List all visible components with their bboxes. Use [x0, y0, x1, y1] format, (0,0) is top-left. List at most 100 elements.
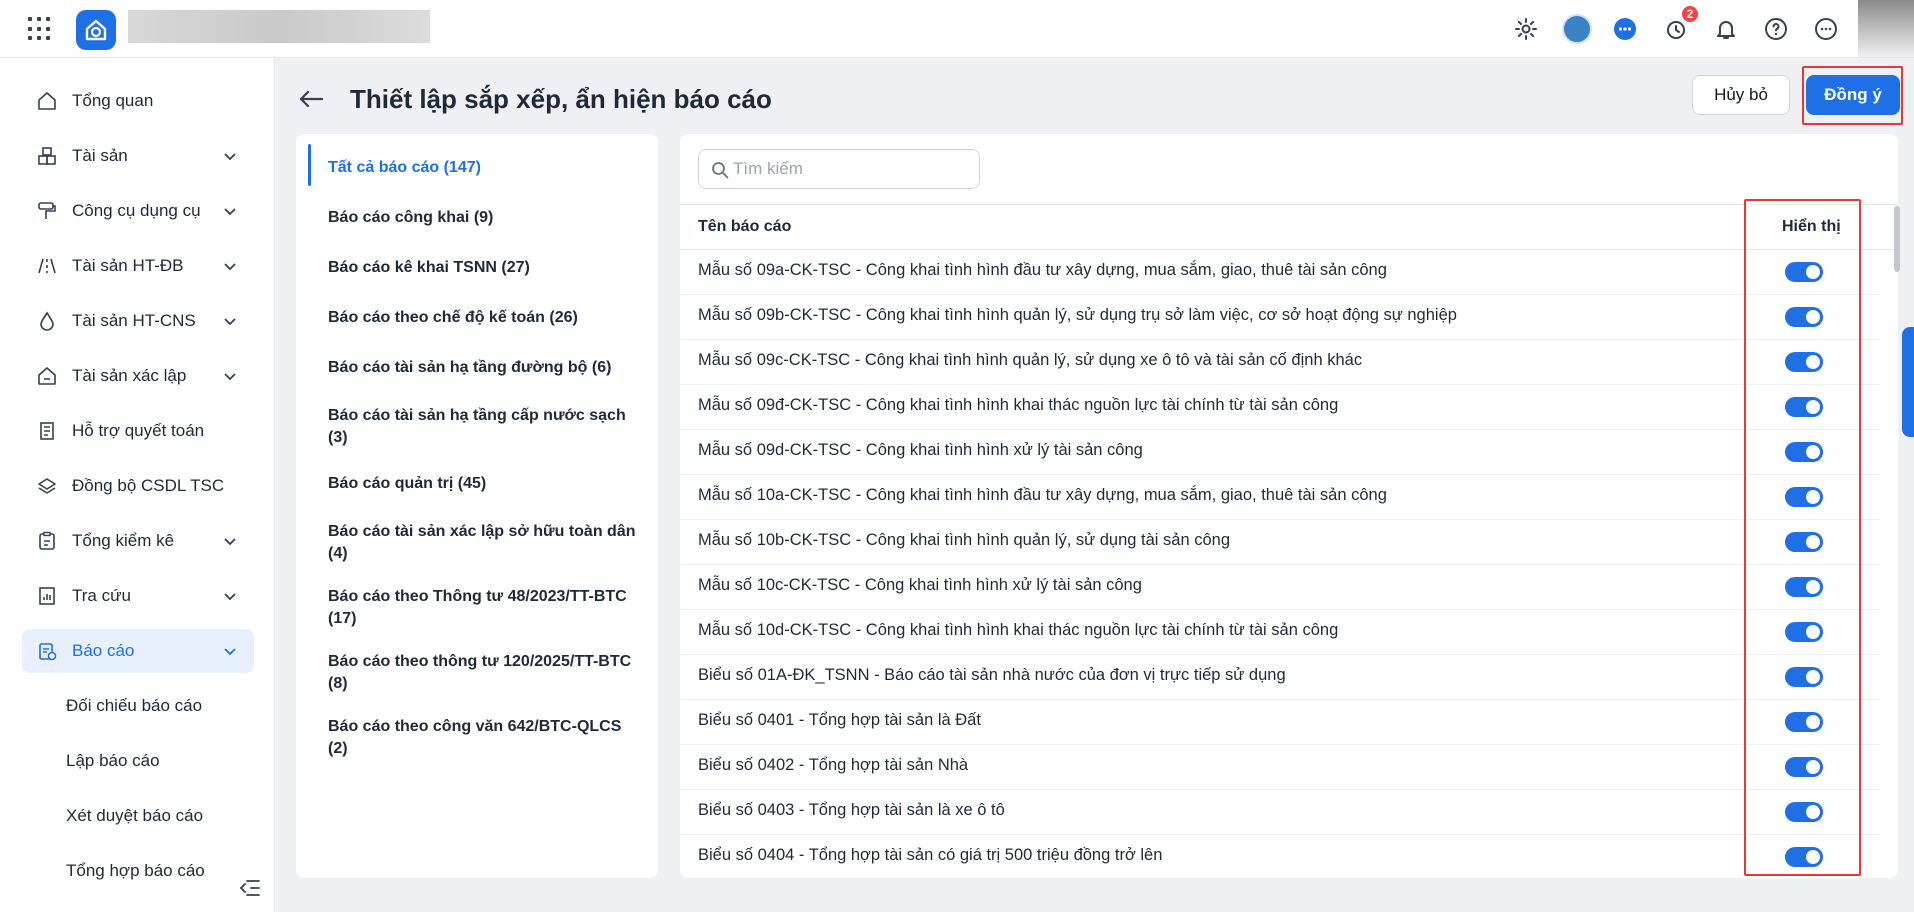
chevron-down-icon: [224, 373, 236, 381]
report-icon: [36, 640, 58, 662]
sidebar-item-water-assets[interactable]: Tài sản HT-CNS: [22, 299, 254, 343]
home-outline-icon: [36, 365, 58, 387]
search-box[interactable]: [698, 149, 980, 189]
table-row: Mẫu số 09b-CK-TSC - Công khai tình hình …: [680, 295, 1880, 340]
more-icon[interactable]: [1812, 15, 1840, 43]
report-name: Biểu số 0404 - Tổng hợp tài sản có giá t…: [698, 846, 1163, 864]
sidebar-item-label: Tài sản: [72, 146, 128, 165]
help-icon[interactable]: [1762, 15, 1790, 43]
visibility-toggle[interactable]: [1785, 712, 1823, 732]
chevron-down-icon: [224, 593, 236, 601]
sidebar-subitem-summary-report[interactable]: Tổng hợp báo cáo: [66, 861, 205, 881]
visibility-toggle[interactable]: [1785, 487, 1823, 507]
sidebar-item-label: Tài sản xác lập: [72, 366, 187, 385]
visibility-toggle[interactable]: [1785, 262, 1823, 282]
chevron-down-icon: [224, 538, 236, 546]
sidebar-item-label: Báo cáo: [72, 641, 135, 660]
user-profile-photo[interactable]: [1858, 0, 1914, 57]
report-table-panel: Tên báo cáo Hiển thị Mẫu số 09a-CK-TSC -…: [680, 134, 1898, 878]
report-name: Mẫu số 09a-CK-TSC - Công khai tình hình …: [698, 261, 1387, 279]
visibility-toggle[interactable]: [1785, 667, 1823, 687]
visibility-toggle[interactable]: [1785, 397, 1823, 417]
category-circular-120[interactable]: Báo cáo theo thông tư 120/2025/TT-BTC (8…: [328, 651, 644, 695]
report-name: Mẫu số 09b-CK-TSC - Công khai tình hình …: [698, 306, 1457, 324]
table-row: Mẫu số 10b-CK-TSC - Công khai tình hình …: [680, 520, 1880, 565]
confirm-button[interactable]: Đồng ý: [1806, 75, 1900, 115]
chevron-down-icon: [224, 208, 236, 216]
cubes-icon: [36, 145, 58, 167]
chat-icon[interactable]: [1611, 15, 1639, 43]
table-scrollbar[interactable]: [1894, 206, 1900, 272]
collapse-sidebar-icon[interactable]: [236, 874, 264, 902]
user-avatar[interactable]: [1562, 14, 1592, 44]
cancel-button[interactable]: Hủy bỏ: [1692, 75, 1790, 115]
category-water-infrastructure[interactable]: Báo cáo tài sản hạ tầng cấp nước sạch (3…: [328, 405, 644, 449]
visibility-toggle[interactable]: [1785, 802, 1823, 822]
clipboard-icon: [36, 530, 58, 552]
chevron-down-icon: [224, 263, 236, 271]
back-arrow-icon[interactable]: [296, 84, 326, 114]
column-header-visible: Hiển thị: [1782, 218, 1841, 235]
sidebar-item-lookup[interactable]: Tra cứu: [22, 574, 254, 618]
visibility-toggle[interactable]: [1785, 442, 1823, 462]
sidebar-item-label: Hỗ trợ quyết toán: [72, 421, 205, 440]
sidebar: Tổng quan Tài sản Công cụ dụng cụ Tài sả…: [0, 58, 275, 912]
sidebar-item-sync-database[interactable]: Đồng bộ CSDL TSC: [22, 464, 254, 508]
sidebar-item-road-assets[interactable]: Tài sản HT-ĐB: [22, 244, 254, 288]
table-row: Biểu số 0404 - Tổng hợp tài sản có giá t…: [680, 835, 1880, 878]
category-management[interactable]: Báo cáo quản trị (45): [328, 473, 644, 495]
chevron-down-icon: [224, 648, 236, 656]
side-panel-tab[interactable]: [1902, 327, 1914, 437]
report-name: Mẫu số 09d-CK-TSC - Công khai tình hình …: [698, 441, 1143, 459]
visibility-toggle[interactable]: [1785, 532, 1823, 552]
sidebar-subitem-create-report[interactable]: Lập báo cáo: [66, 751, 160, 771]
search-input[interactable]: [733, 159, 963, 179]
table-row: Biểu số 0403 - Tổng hợp tài sản là xe ô …: [680, 790, 1880, 835]
table-row: Mẫu số 09d-CK-TSC - Công khai tình hình …: [680, 430, 1880, 475]
search-icon: [712, 162, 729, 179]
sidebar-item-reports[interactable]: Báo cáo: [22, 629, 254, 673]
category-dispatch-642[interactable]: Báo cáo theo công văn 642/BTC-QLCS (2): [328, 716, 644, 760]
table-header: Tên báo cáo Hiển thị: [680, 204, 1898, 250]
sidebar-item-label: Tài sản HT-ĐB: [72, 256, 184, 275]
sidebar-item-label: Tài sản HT-CNS: [72, 311, 196, 330]
visibility-toggle[interactable]: [1785, 577, 1823, 597]
category-public-reports[interactable]: Báo cáo công khai (9): [328, 207, 644, 229]
visibility-toggle[interactable]: [1785, 757, 1823, 777]
report-name: Mẫu số 10a-CK-TSC - Công khai tình hình …: [698, 486, 1387, 504]
visibility-toggle[interactable]: [1785, 622, 1823, 642]
table-row: Mẫu số 10c-CK-TSC - Công khai tình hình …: [680, 565, 1880, 610]
table-row: Biểu số 0401 - Tổng hợp tài sản là Đất: [680, 700, 1880, 745]
category-accounting[interactable]: Báo cáo theo chế độ kế toán (26): [328, 307, 644, 329]
category-all-reports[interactable]: Tất cả báo cáo (147): [328, 157, 644, 179]
category-circular-48[interactable]: Báo cáo theo Thông tư 48/2023/TT-BTC (17…: [328, 586, 644, 630]
category-public-ownership[interactable]: Báo cáo tài sản xác lập sở hữu toàn dân …: [328, 521, 644, 565]
report-name: Mẫu số 10d-CK-TSC - Công khai tình hình …: [698, 621, 1339, 639]
table-row: Mẫu số 09a-CK-TSC - Công khai tình hình …: [680, 250, 1880, 295]
bell-icon[interactable]: [1712, 15, 1740, 43]
app-grid-icon[interactable]: [28, 17, 52, 41]
sidebar-item-label: Công cụ dụng cụ: [72, 201, 201, 220]
category-tsnn-declaration[interactable]: Báo cáo kê khai TSNN (27): [328, 257, 644, 279]
settings-icon[interactable]: [1512, 15, 1540, 43]
road-icon: [36, 255, 58, 277]
visibility-toggle[interactable]: [1785, 352, 1823, 372]
visibility-toggle[interactable]: [1785, 847, 1823, 867]
sidebar-subitem-approve-report[interactable]: Xét duyệt báo cáo: [66, 806, 203, 826]
sidebar-item-settlement-support[interactable]: Hỗ trợ quyết toán: [22, 409, 254, 453]
column-header-report-name: Tên báo cáo: [698, 218, 792, 235]
sidebar-item-label: Tra cứu: [72, 586, 131, 605]
chevron-down-icon: [224, 153, 236, 161]
sidebar-item-established-assets[interactable]: Tài sản xác lập: [22, 354, 254, 398]
document-icon: [36, 420, 58, 442]
category-road-infrastructure[interactable]: Báo cáo tài sản hạ tầng đường bộ (6): [328, 357, 644, 379]
sidebar-item-inventory[interactable]: Tổng kiểm kê: [22, 519, 254, 563]
visibility-toggle[interactable]: [1785, 307, 1823, 327]
chevron-down-icon: [224, 318, 236, 326]
sidebar-subitem-report-reconcile[interactable]: Đối chiếu báo cáo: [66, 696, 202, 716]
sidebar-item-assets[interactable]: Tài sản: [22, 134, 254, 178]
sidebar-item-overview[interactable]: Tổng quan: [22, 79, 254, 123]
page-title: Thiết lập sắp xếp, ẩn hiện báo cáo: [350, 84, 772, 114]
sidebar-item-tools[interactable]: Công cụ dụng cụ: [22, 189, 254, 233]
app-logo[interactable]: [76, 10, 116, 50]
